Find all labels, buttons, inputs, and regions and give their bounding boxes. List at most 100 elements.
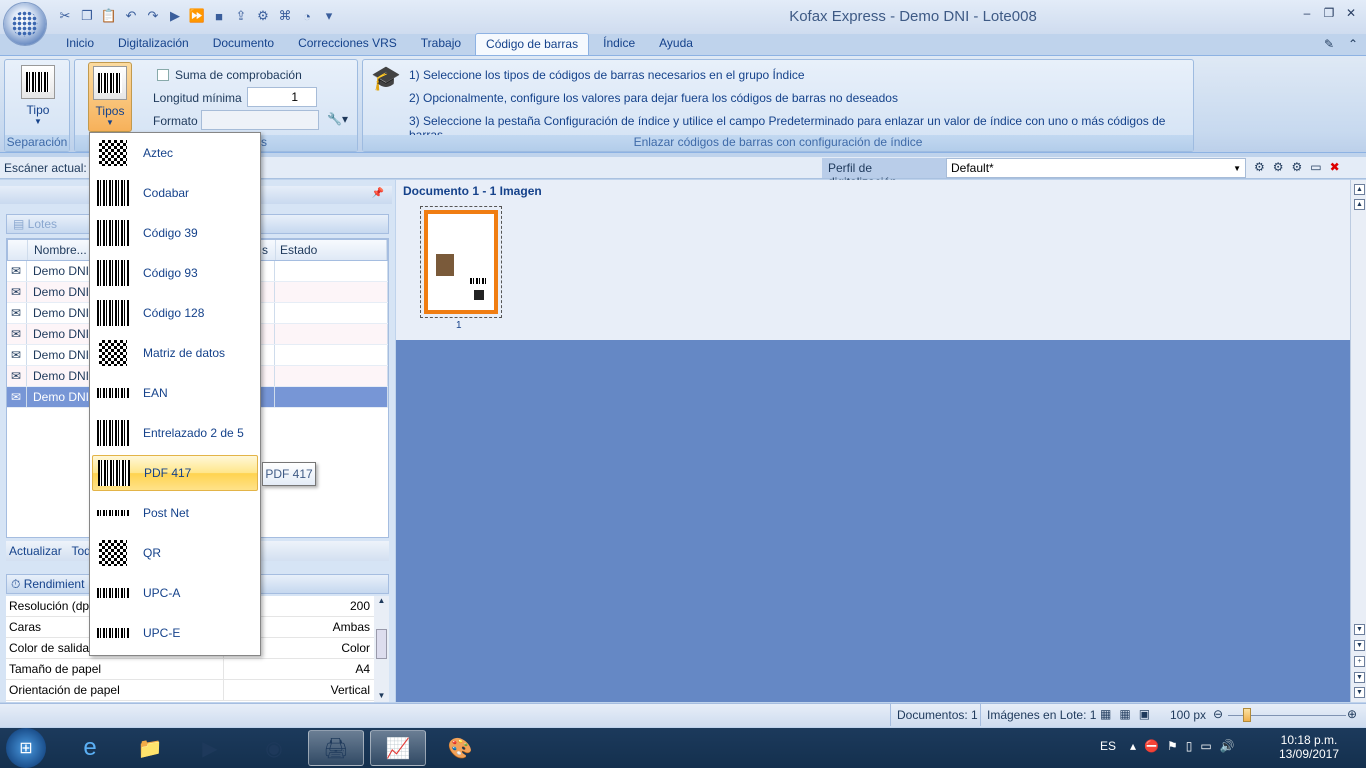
tab-7[interactable]: Ayuda — [649, 33, 703, 55]
col-state[interactable]: Estado — [276, 240, 387, 260]
ie-icon[interactable]: e — [62, 730, 118, 766]
scan-settings-icon[interactable]: ⚙ — [1273, 160, 1292, 174]
property-scrollbar[interactable]: ▲ ▼ — [374, 596, 389, 702]
menu-item-9[interactable]: Post Net — [92, 495, 258, 531]
scroll-up-icon[interactable]: ▲ — [374, 596, 389, 605]
tipos-button[interactable]: Tipos ▼ — [88, 62, 132, 132]
menu-item-8[interactable]: PDF 417 — [92, 455, 258, 491]
scroll-down-icon[interactable]: ▼ — [374, 691, 389, 700]
language-indicator[interactable]: ES — [1100, 739, 1116, 753]
ribbon-collapse-icon[interactable]: ⌃ — [1348, 37, 1358, 51]
tab-1[interactable]: Digitalización — [108, 33, 199, 55]
chrome-icon[interactable]: ◉ — [246, 730, 302, 766]
menu-item-2[interactable]: Código 39 — [92, 215, 258, 251]
window-icon[interactable]: ▭ — [1310, 160, 1329, 174]
barcode-icon — [93, 66, 127, 100]
volume-icon[interactable]: 🔊 — [1220, 739, 1243, 753]
network-icon[interactable]: ⌘ — [276, 7, 294, 25]
thumbnail-view-icon[interactable]: ▦ — [1100, 707, 1119, 721]
menu-item-5[interactable]: Matriz de datos — [92, 335, 258, 371]
scanner-app-icon[interactable]: 🖨 — [308, 730, 364, 766]
scroll-bottom-icon[interactable]: ▼ — [1354, 687, 1365, 698]
batch-icon: ✉ — [7, 366, 27, 386]
play-icon[interactable]: ▶ — [166, 7, 184, 25]
zoom-in-icon[interactable]: ⊕ — [1347, 707, 1357, 721]
scroll-top-icon[interactable]: ▲ — [1354, 184, 1365, 195]
wrench-icon[interactable]: 🔧▾ — [327, 112, 348, 126]
device-icon[interactable]: ▯ — [1186, 739, 1201, 753]
clock[interactable]: 10:18 p.m. 13/09/2017 — [1274, 733, 1344, 761]
show-hidden-icon[interactable]: ▴ — [1130, 739, 1144, 753]
page-thumbnail[interactable] — [420, 206, 502, 318]
scan-icon[interactable]: ⚙ — [1254, 160, 1273, 174]
format-input[interactable] — [201, 110, 319, 130]
min-length-stepper[interactable]: 1 — [247, 87, 317, 107]
zoom-slider-thumb[interactable] — [1243, 708, 1251, 722]
close-button[interactable]: ✕ — [1340, 6, 1362, 24]
menu-item-7[interactable]: Entrelazado 2 de 5 — [92, 415, 258, 451]
fast-forward-icon[interactable]: ⏩ — [188, 7, 206, 25]
cut-icon[interactable]: ✂ — [56, 7, 74, 25]
menu-item-0[interactable]: Aztec — [92, 135, 258, 171]
col-mid[interactable]: s — [260, 240, 276, 260]
tab-2[interactable]: Documento — [203, 33, 284, 55]
maximize-button[interactable]: ❐ — [1318, 6, 1340, 24]
zoom-in-icon[interactable]: + — [1354, 656, 1365, 667]
menu-item-12[interactable]: UPC-E — [92, 615, 258, 651]
minimize-button[interactable]: – — [1296, 6, 1318, 24]
scroll-up-icon[interactable]: ▲ — [1354, 199, 1365, 210]
copy-icon[interactable]: ❐ — [78, 7, 96, 25]
scroll-page-down-icon[interactable]: ▼ — [1354, 640, 1365, 651]
tab-6[interactable]: Índice — [593, 33, 645, 55]
menu-item-11[interactable]: UPC-A — [92, 575, 258, 611]
tipo-button[interactable]: Tipo ▼ — [16, 62, 60, 132]
barcode-7-icon — [97, 419, 129, 447]
tab-0[interactable]: Inicio — [56, 33, 104, 55]
property-row[interactable]: Tamaño de papel A4 — [6, 659, 374, 680]
pin-icon[interactable]: 📌 — [372, 188, 384, 199]
tab-5[interactable]: Código de barras — [475, 33, 590, 55]
delete-icon[interactable]: ✖ — [1330, 160, 1348, 174]
undo-icon[interactable]: ↶ — [122, 7, 140, 25]
antivirus-icon[interactable]: ⛔ — [1144, 739, 1167, 753]
flag-icon[interactable]: ⚑ — [1167, 739, 1186, 753]
all-button[interactable]: Tod — [71, 544, 90, 558]
media-player-icon[interactable]: ▶ — [182, 730, 238, 766]
menu-item-4[interactable]: Código 128 — [92, 295, 258, 331]
profile-select[interactable]: Default* ▼ — [946, 158, 1246, 178]
start-button[interactable]: ⊞ — [6, 728, 46, 768]
customize-arrow-icon[interactable]: ▾ — [320, 7, 338, 25]
document-scrollbar[interactable]: ▲ ▲ ▼ ▼ + ▼ ▼ — [1350, 180, 1366, 702]
help-icon[interactable]: ✎ — [1324, 37, 1334, 51]
scroll-down-icon[interactable]: ▼ — [1354, 624, 1365, 635]
checksum-option[interactable]: Suma de comprobación — [157, 68, 302, 82]
zoom-out-icon[interactable]: ⊖ — [1213, 707, 1223, 721]
stop-icon[interactable]: ■ — [210, 7, 228, 25]
redo-icon[interactable]: ↷ — [144, 7, 162, 25]
menu-item-3[interactable]: Código 93 — [92, 255, 258, 291]
kofax-icon[interactable]: 📈 — [370, 730, 426, 766]
property-row[interactable]: Orientación de papel Vertical — [6, 680, 374, 701]
update-button[interactable]: Actualizar — [9, 544, 62, 558]
network-icon[interactable]: ▭ — [1200, 739, 1219, 753]
menu-item-6[interactable]: EAN — [92, 375, 258, 411]
paste-icon[interactable]: 📋 — [100, 7, 118, 25]
settings-icon[interactable]: ⚙ — [254, 7, 272, 25]
gauge-icon[interactable]: ◔ — [298, 7, 316, 25]
tab-4[interactable]: Trabajo — [411, 33, 471, 55]
scan-options-icon[interactable]: ⚙ — [1292, 160, 1311, 174]
teacher-icon: 🎓 — [371, 65, 401, 92]
paint-icon[interactable]: 🎨 — [432, 730, 488, 766]
menu-item-10[interactable]: QR — [92, 535, 258, 571]
checksum-checkbox[interactable] — [157, 69, 169, 81]
page-view-icon[interactable]: ▣ — [1139, 707, 1158, 721]
menu-item-1[interactable]: Codabar — [92, 175, 258, 211]
zoom-out-icon[interactable]: ▼ — [1354, 672, 1365, 683]
grid-view-icon[interactable]: ▦ — [1119, 707, 1138, 721]
menu-item-label: UPC-A — [143, 586, 181, 600]
app-menu-orb[interactable] — [4, 3, 46, 45]
export-icon[interactable]: ⇪ — [232, 7, 250, 25]
scroll-thumb[interactable] — [376, 629, 387, 659]
folder-icon[interactable]: 📁 — [122, 730, 178, 766]
tab-3[interactable]: Correcciones VRS — [288, 33, 407, 55]
